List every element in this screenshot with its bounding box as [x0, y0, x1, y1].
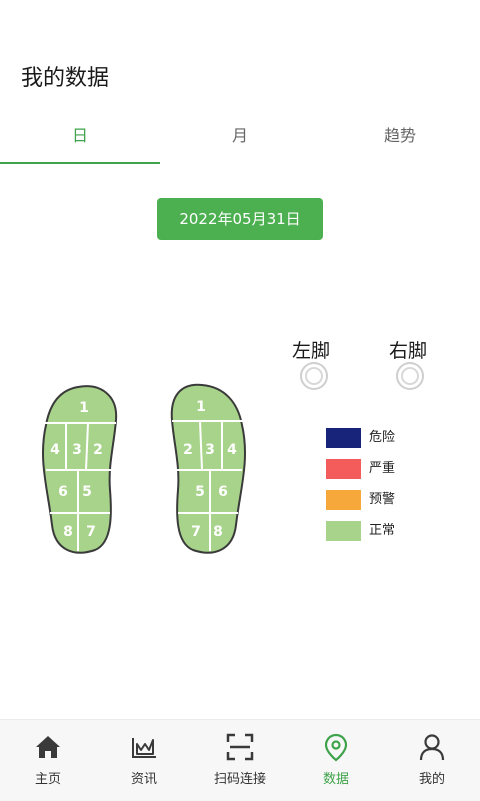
- legend-swatch-severe: [326, 459, 361, 479]
- left-zone-3: 3: [72, 442, 82, 458]
- left-foot-label: 左脚: [292, 340, 331, 362]
- home-icon: [36, 736, 60, 758]
- right-zone-6: 6: [218, 484, 228, 500]
- tab-month[interactable]: 月: [160, 118, 320, 162]
- scan-icon: [226, 733, 254, 761]
- legend-swatch-danger: [326, 428, 361, 448]
- nav-profile[interactable]: 我的: [384, 720, 480, 801]
- legend-label-warning: 预警: [369, 492, 396, 507]
- right-foot-label: 右脚: [389, 340, 428, 362]
- left-foot: 1 4 3 2 6 5 8 7: [41, 385, 118, 554]
- right-foot-radio[interactable]: [396, 362, 424, 390]
- nav-news-label: 资讯: [130, 772, 157, 787]
- tab-trend[interactable]: 趋势: [320, 118, 480, 162]
- right-foot: 1 2 3 4 5 6 7 8: [170, 383, 247, 554]
- nav-data-label: 数据: [322, 772, 349, 787]
- news-icon: [132, 738, 156, 758]
- legend-label-danger: 危险: [369, 430, 396, 445]
- nav-profile-label: 我的: [418, 772, 445, 787]
- nav-news[interactable]: 资讯: [96, 720, 192, 801]
- left-zone-2: 2: [93, 442, 103, 458]
- legend-label-normal: 正常: [369, 523, 396, 538]
- right-zone-1: 1: [196, 399, 206, 415]
- legend-swatch-warning: [326, 490, 361, 510]
- left-zone-6: 6: [58, 484, 68, 500]
- nav-scan-label: 扫码连接: [213, 772, 266, 787]
- nav-scan[interactable]: 扫码连接: [192, 720, 288, 801]
- bottom-nav: 主页 资讯 扫码连接 数据 我的: [0, 719, 480, 801]
- nav-data[interactable]: 数据: [288, 720, 384, 801]
- left-zone-7: 7: [86, 524, 96, 540]
- right-zone-8: 8: [213, 524, 223, 540]
- legend-label-severe: 严重: [369, 461, 396, 476]
- page-title: 我的数据: [21, 66, 110, 91]
- right-zone-2: 2: [183, 442, 193, 458]
- left-zone-1: 1: [79, 400, 89, 416]
- right-zone-5: 5: [195, 484, 205, 500]
- period-tabs: 日 月 趋势: [0, 118, 480, 164]
- right-zone-7: 7: [191, 524, 201, 540]
- nav-home[interactable]: 主页: [0, 720, 96, 801]
- location-pin-icon: [324, 733, 348, 762]
- legend-swatch-normal: [326, 521, 361, 541]
- user-icon: [419, 734, 445, 761]
- left-zone-4: 4: [50, 442, 60, 458]
- left-zone-5: 5: [82, 484, 92, 500]
- foot-pressure-map: 1 4 3 2 6 5 8 7 1 2 3 4 5 6 7 8: [41, 383, 247, 554]
- right-zone-4: 4: [227, 442, 237, 458]
- left-foot-radio[interactable]: [300, 362, 328, 390]
- left-zone-8: 8: [63, 524, 73, 540]
- date-picker-button[interactable]: 2022年05月31日: [157, 198, 323, 240]
- nav-home-label: 主页: [34, 772, 61, 787]
- tab-day[interactable]: 日: [0, 118, 160, 162]
- right-zone-3: 3: [205, 442, 215, 458]
- active-tab-indicator: [0, 162, 160, 164]
